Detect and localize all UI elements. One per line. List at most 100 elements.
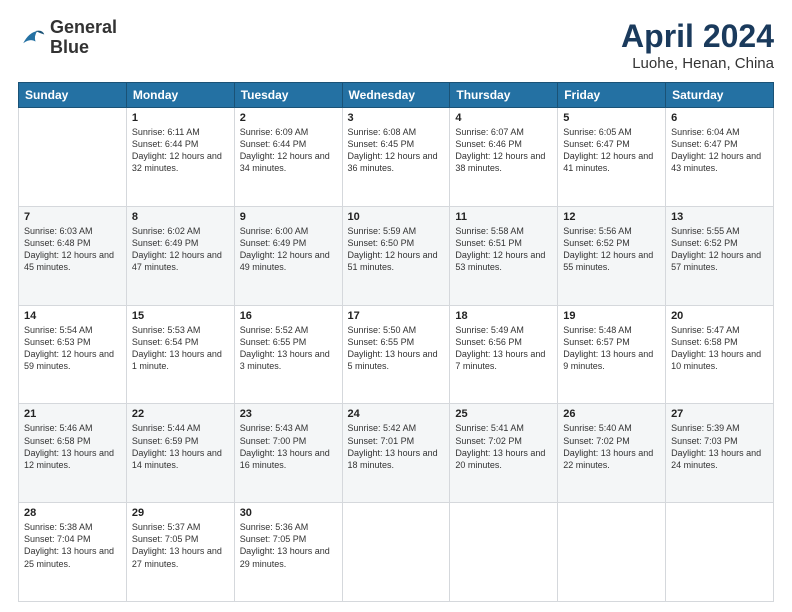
cell-content: Sunrise: 6:05 AMSunset: 6:47 PMDaylight:…	[563, 126, 660, 175]
cell-content: Sunrise: 5:47 AMSunset: 6:58 PMDaylight:…	[671, 324, 768, 373]
day-number: 8	[132, 211, 229, 223]
day-number: 11	[455, 211, 552, 223]
day-number: 6	[671, 112, 768, 124]
logo-icon	[18, 24, 46, 52]
cell-content: Sunrise: 5:37 AMSunset: 7:05 PMDaylight:…	[132, 521, 229, 570]
cell-content: Sunrise: 5:49 AMSunset: 6:56 PMDaylight:…	[455, 324, 552, 373]
cell-content: Sunrise: 5:54 AMSunset: 6:53 PMDaylight:…	[24, 324, 121, 373]
cell-content: Sunrise: 5:41 AMSunset: 7:02 PMDaylight:…	[455, 422, 552, 471]
calendar-cell: 10Sunrise: 5:59 AMSunset: 6:50 PMDayligh…	[342, 206, 450, 305]
cell-content: Sunrise: 5:58 AMSunset: 6:51 PMDaylight:…	[455, 225, 552, 274]
calendar-cell: 13 Sunrise: 5:55 AMSunset: 6:52 PMDayligh…	[666, 206, 774, 305]
day-number: 15	[132, 310, 229, 322]
calendar-table: Sunday Monday Tuesday Wednesday Thursday…	[18, 82, 774, 602]
title-block: April 2024 Luohe, Henan, China	[621, 18, 774, 72]
calendar-cell: 21 Sunrise: 5:46 AMSunset: 6:58 PMDayligh…	[19, 404, 127, 503]
cell-content: Sunrise: 5:42 AMSunset: 7:01 PMDaylight:…	[348, 422, 445, 471]
calendar-week-5: 28 Sunrise: 5:38 AMSunset: 7:04 PMDayligh…	[19, 503, 774, 602]
calendar-cell: 3Sunrise: 6:08 AMSunset: 6:45 PMDaylight…	[342, 108, 450, 207]
day-number: 25	[455, 408, 552, 420]
cell-content: Sunrise: 6:02 AMSunset: 6:49 PMDaylight:…	[132, 225, 229, 274]
logo-text: General Blue	[50, 18, 117, 58]
cell-content: Sunrise: 5:46 AMSunset: 6:58 PMDaylight:…	[24, 422, 121, 471]
calendar-cell: 22Sunrise: 5:44 AMSunset: 6:59 PMDayligh…	[126, 404, 234, 503]
calendar-cell: 17Sunrise: 5:50 AMSunset: 6:55 PMDayligh…	[342, 305, 450, 404]
day-number: 27	[671, 408, 768, 420]
calendar-cell: 16 Sunrise: 5:52 AMSunset: 6:55 PMDayligh…	[234, 305, 342, 404]
day-number: 10	[348, 211, 445, 223]
calendar-cell: 5 Sunrise: 6:05 AMSunset: 6:47 PMDaylight…	[558, 108, 666, 207]
calendar-week-3: 14 Sunrise: 5:54 AMSunset: 6:53 PMDayligh…	[19, 305, 774, 404]
calendar-cell: 28 Sunrise: 5:38 AMSunset: 7:04 PMDayligh…	[19, 503, 127, 602]
calendar-cell: 24 Sunrise: 5:42 AMSunset: 7:01 PMDayligh…	[342, 404, 450, 503]
calendar-cell	[342, 503, 450, 602]
calendar-cell: 19Sunrise: 5:48 AMSunset: 6:57 PMDayligh…	[558, 305, 666, 404]
calendar-week-1: 1Sunrise: 6:11 AMSunset: 6:44 PMDaylight…	[19, 108, 774, 207]
calendar-cell: 4 Sunrise: 6:07 AMSunset: 6:46 PMDaylight…	[450, 108, 558, 207]
day-number: 3	[348, 112, 445, 124]
calendar-cell: 14 Sunrise: 5:54 AMSunset: 6:53 PMDayligh…	[19, 305, 127, 404]
day-number: 16	[240, 310, 337, 322]
calendar-body: 1Sunrise: 6:11 AMSunset: 6:44 PMDaylight…	[19, 108, 774, 602]
calendar-cell: 18 Sunrise: 5:49 AMSunset: 6:56 PMDayligh…	[450, 305, 558, 404]
calendar-week-4: 21 Sunrise: 5:46 AMSunset: 6:58 PMDayligh…	[19, 404, 774, 503]
calendar-cell: 9Sunrise: 6:00 AMSunset: 6:49 PMDaylight…	[234, 206, 342, 305]
logo: General Blue	[18, 18, 117, 58]
calendar-header: Sunday Monday Tuesday Wednesday Thursday…	[19, 83, 774, 108]
location: Luohe, Henan, China	[621, 55, 774, 72]
day-number: 2	[240, 112, 337, 124]
day-number: 29	[132, 507, 229, 519]
calendar-cell: 11 Sunrise: 5:58 AMSunset: 6:51 PMDayligh…	[450, 206, 558, 305]
cell-content: Sunrise: 6:00 AMSunset: 6:49 PMDaylight:…	[240, 225, 337, 274]
cell-content: Sunrise: 5:36 AMSunset: 7:05 PMDaylight:…	[240, 521, 337, 570]
header-saturday: Saturday	[666, 83, 774, 108]
cell-content: Sunrise: 5:56 AMSunset: 6:52 PMDaylight:…	[563, 225, 660, 274]
cell-content: Sunrise: 6:09 AMSunset: 6:44 PMDaylight:…	[240, 126, 337, 175]
cell-content: Sunrise: 5:38 AMSunset: 7:04 PMDaylight:…	[24, 521, 121, 570]
day-number: 20	[671, 310, 768, 322]
day-number: 22	[132, 408, 229, 420]
page: General Blue April 2024 Luohe, Henan, Ch…	[0, 0, 792, 612]
header-row: Sunday Monday Tuesday Wednesday Thursday…	[19, 83, 774, 108]
calendar-week-2: 7 Sunrise: 6:03 AMSunset: 6:48 PMDaylight…	[19, 206, 774, 305]
calendar-cell: 23 Sunrise: 5:43 AMSunset: 7:00 PMDayligh…	[234, 404, 342, 503]
day-number: 18	[455, 310, 552, 322]
day-number: 28	[24, 507, 121, 519]
day-number: 30	[240, 507, 337, 519]
day-number: 19	[563, 310, 660, 322]
calendar-cell: 1Sunrise: 6:11 AMSunset: 6:44 PMDaylight…	[126, 108, 234, 207]
calendar-cell	[19, 108, 127, 207]
calendar-cell: 2 Sunrise: 6:09 AMSunset: 6:44 PMDaylight…	[234, 108, 342, 207]
cell-content: Sunrise: 5:50 AMSunset: 6:55 PMDaylight:…	[348, 324, 445, 373]
day-number: 13	[671, 211, 768, 223]
cell-content: Sunrise: 5:39 AMSunset: 7:03 PMDaylight:…	[671, 422, 768, 471]
cell-content: Sunrise: 5:52 AMSunset: 6:55 PMDaylight:…	[240, 324, 337, 373]
header-tuesday: Tuesday	[234, 83, 342, 108]
calendar-cell	[666, 503, 774, 602]
cell-content: Sunrise: 5:55 AMSunset: 6:52 PMDaylight:…	[671, 225, 768, 274]
calendar-cell: 6 Sunrise: 6:04 AMSunset: 6:47 PMDaylight…	[666, 108, 774, 207]
month-year: April 2024	[621, 18, 774, 55]
logo-line2: Blue	[50, 38, 117, 58]
header-monday: Monday	[126, 83, 234, 108]
calendar-cell	[450, 503, 558, 602]
cell-content: Sunrise: 6:04 AMSunset: 6:47 PMDaylight:…	[671, 126, 768, 175]
day-number: 21	[24, 408, 121, 420]
cell-content: Sunrise: 5:43 AMSunset: 7:00 PMDaylight:…	[240, 422, 337, 471]
day-number: 7	[24, 211, 121, 223]
cell-content: Sunrise: 6:03 AMSunset: 6:48 PMDaylight:…	[24, 225, 121, 274]
day-number: 26	[563, 408, 660, 420]
calendar-cell: 25 Sunrise: 5:41 AMSunset: 7:02 PMDayligh…	[450, 404, 558, 503]
day-number: 24	[348, 408, 445, 420]
cell-content: Sunrise: 5:53 AMSunset: 6:54 PMDaylight:…	[132, 324, 229, 373]
cell-content: Sunrise: 6:07 AMSunset: 6:46 PMDaylight:…	[455, 126, 552, 175]
logo-line1: General	[50, 18, 117, 38]
header-thursday: Thursday	[450, 83, 558, 108]
header: General Blue April 2024 Luohe, Henan, Ch…	[18, 18, 774, 72]
day-number: 4	[455, 112, 552, 124]
calendar-cell	[558, 503, 666, 602]
day-number: 14	[24, 310, 121, 322]
day-number: 5	[563, 112, 660, 124]
day-number: 12	[563, 211, 660, 223]
day-number: 23	[240, 408, 337, 420]
